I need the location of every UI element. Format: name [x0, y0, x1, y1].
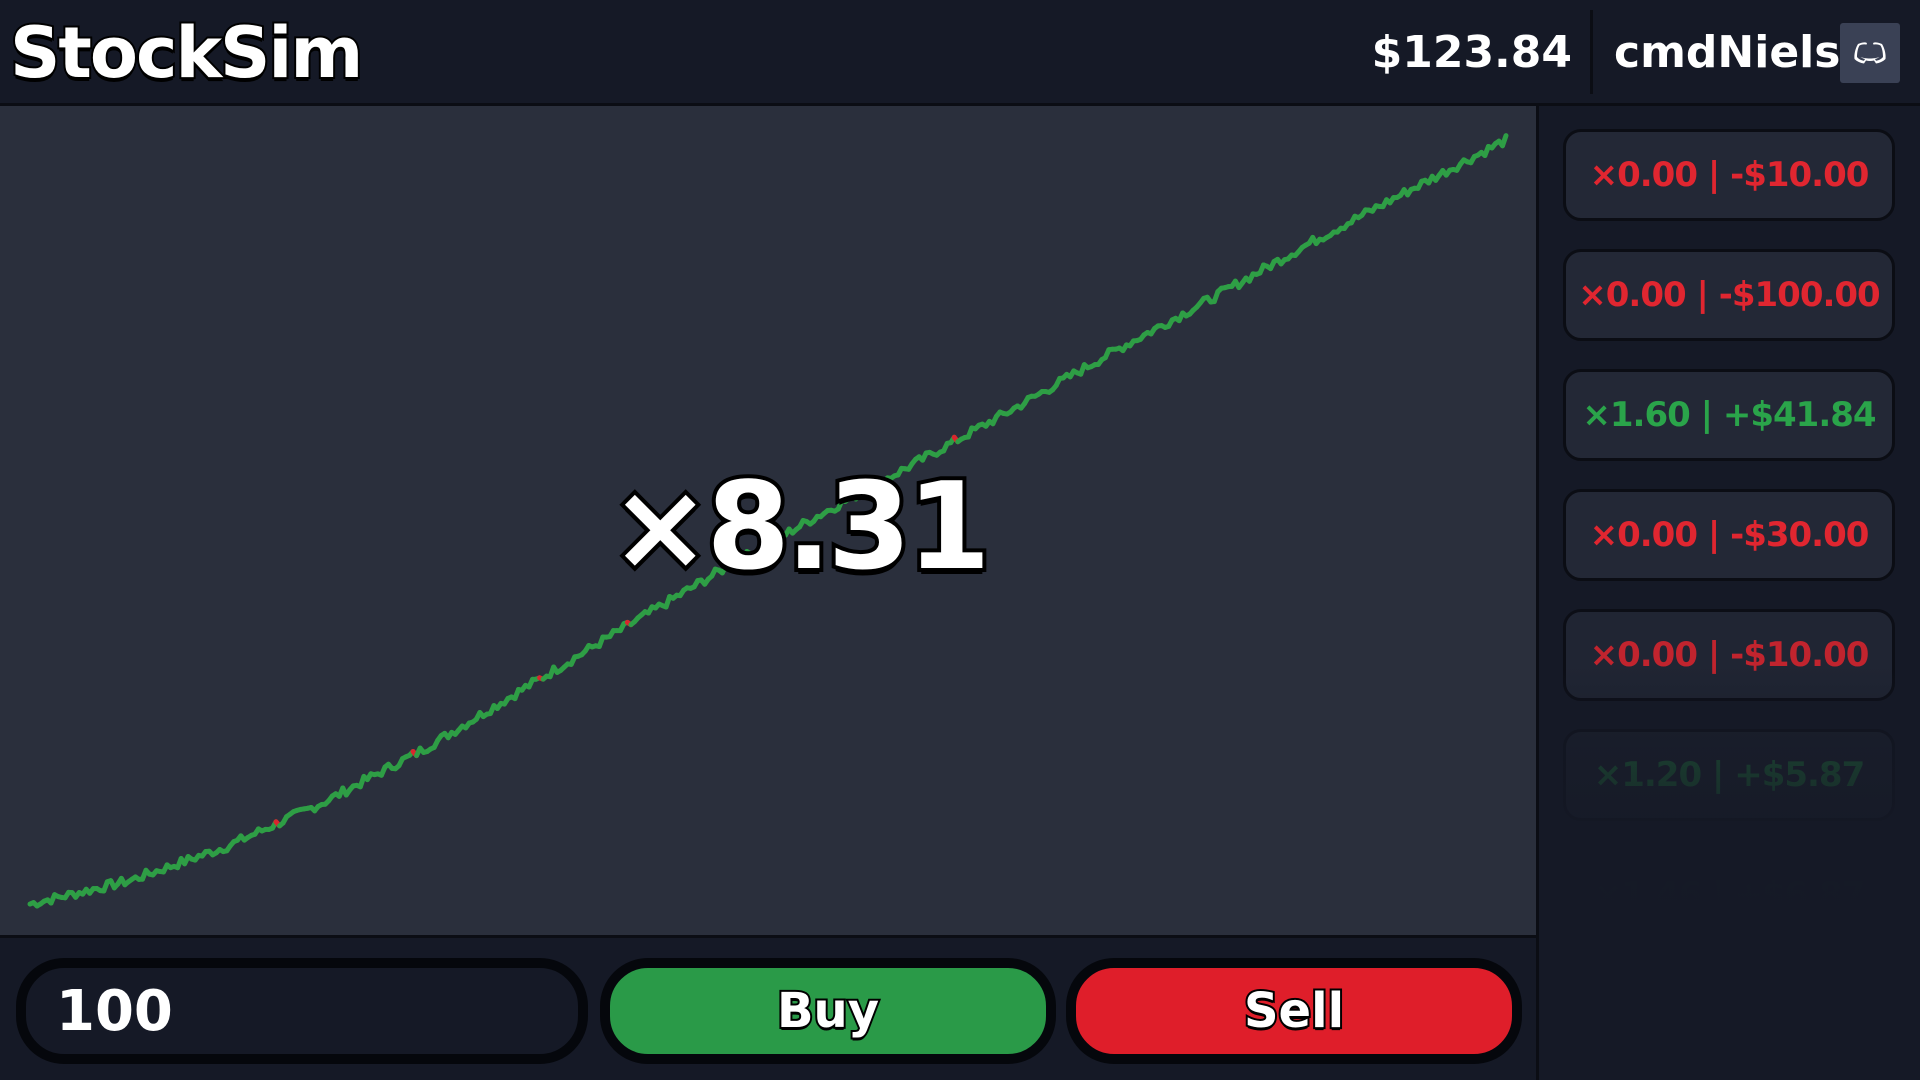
trade-history-item: ×0.00 | -$10.00 [1563, 609, 1895, 701]
trade-history-item: ×0.00 | -$10.00 [1563, 129, 1895, 221]
trade-history-text: ×1.20 | +$5.87 [1593, 755, 1866, 795]
trade-history-text: ×0.00 | -$30.00 [1589, 515, 1870, 555]
top-bar: StockSim $123.84 cmdNiels [0, 0, 1920, 106]
trade-history-text: ×1.60 | +$41.84 [1582, 395, 1876, 435]
app-logo: StockSim [8, 10, 365, 96]
header-divider [1590, 10, 1593, 94]
current-multiplier: ×8.31 [606, 454, 995, 601]
balance-display: $123.84 [1371, 27, 1572, 78]
buy-button[interactable]: Buy [600, 958, 1056, 1064]
trade-history-text: ×0.00 | -$10.00 [1589, 635, 1870, 675]
bet-amount-input[interactable] [16, 958, 588, 1064]
trade-history-text: ×1.46 | +$6.87 [1593, 875, 1866, 915]
discord-glyph-icon [1854, 42, 1886, 64]
trade-history-item: ×1.60 | +$41.84 [1563, 369, 1895, 461]
stocksim-app: StockSim $123.84 cmdNiels ×8.31 ×0.00 | … [0, 0, 1920, 1080]
trade-history-text: ×0.00 | -$10.00 [1589, 155, 1870, 195]
trade-history-item: ×0.00 | -$30.00 [1563, 489, 1895, 581]
trade-history-panel: ×0.00 | -$10.00 ×0.00 | -$100.00 ×1.60 | +… [1536, 106, 1920, 1080]
discord-icon[interactable] [1840, 23, 1900, 83]
trade-controls: Buy Sell [0, 935, 1536, 1080]
trade-history-item: ×1.20 | +$5.87 [1563, 729, 1895, 821]
price-line-segment [1499, 133, 1509, 149]
trade-history-item: ×1.46 | +$6.87 [1563, 849, 1895, 941]
trade-history-text: ×0.00 | -$100.00 [1578, 275, 1880, 315]
sell-button[interactable]: Sell [1066, 958, 1522, 1064]
trade-history-item: ×0.00 | -$100.00 [1563, 249, 1895, 341]
price-chart: ×8.31 [0, 106, 1536, 935]
username-label[interactable]: cmdNiels [1614, 22, 1840, 84]
